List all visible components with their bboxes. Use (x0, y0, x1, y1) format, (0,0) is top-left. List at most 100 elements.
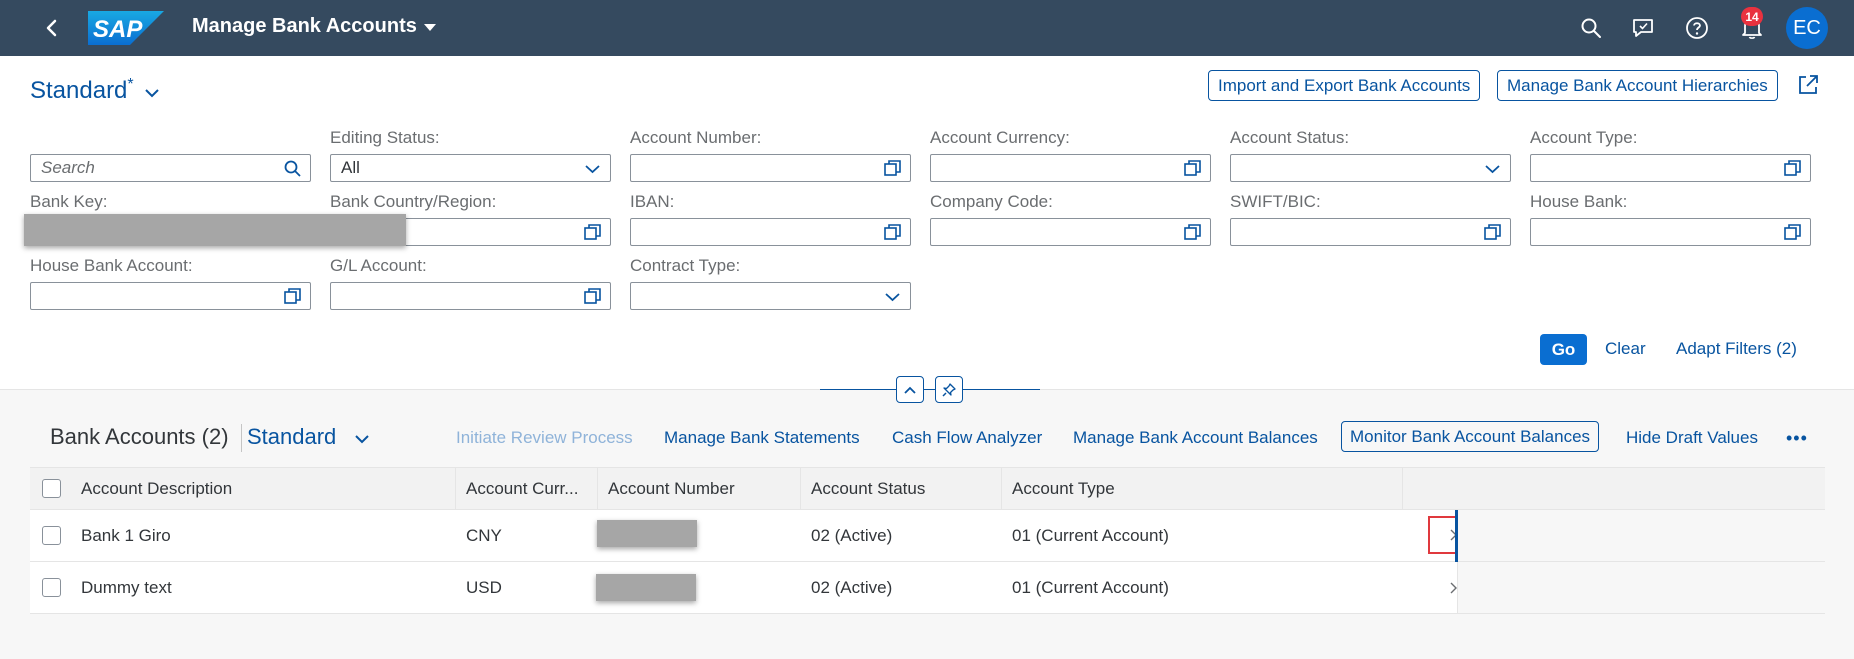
column-separator (800, 468, 801, 509)
variant-modified-marker: * (127, 76, 134, 93)
hierarchies-button[interactable]: Manage Bank Account Hierarchies (1497, 70, 1778, 101)
cell-type: 01 (Current Account) (1012, 525, 1169, 545)
search-input[interactable]: Search (30, 154, 311, 182)
house-bank-label: House Bank: (1530, 192, 1628, 211)
account-status-label: Account Status: (1230, 128, 1350, 147)
back-icon[interactable] (38, 14, 66, 42)
go-button[interactable]: Go (1540, 334, 1587, 365)
account-number-field[interactable] (630, 154, 911, 182)
table-variant-selector[interactable]: Standard (247, 424, 370, 451)
cell-currency: CNY (466, 525, 502, 545)
value-help-icon[interactable] (883, 159, 902, 178)
cell-status: 02 (Active) (811, 525, 893, 545)
swift-field[interactable] (1230, 218, 1511, 246)
collapse-header-button[interactable] (896, 376, 924, 403)
search-icon[interactable] (283, 159, 302, 178)
column-header-description[interactable]: Account Description (81, 468, 232, 509)
cell-description: Bank 1 Giro (81, 525, 171, 545)
account-currency-field[interactable] (930, 154, 1211, 182)
value-help-icon[interactable] (583, 223, 602, 242)
table-variant-name: Standard (247, 424, 337, 449)
table-row-filler (1458, 510, 1826, 561)
table-header-row: Account Description Account Curr... Acco… (30, 467, 1825, 510)
share-icon[interactable] (1796, 73, 1822, 99)
search-icon[interactable] (1576, 13, 1606, 43)
account-number-label: Account Number: (630, 128, 762, 147)
pin-header-button[interactable] (935, 376, 963, 403)
column-separator (1001, 468, 1002, 509)
user-avatar[interactable]: EC (1786, 7, 1828, 49)
app-title: Manage Bank Accounts (192, 15, 417, 37)
company-code-field[interactable] (930, 218, 1211, 246)
editing-status-label: Editing Status: (330, 128, 440, 147)
shell-bar: SAP Manage Bank Accounts 14 EC (0, 0, 1854, 56)
house-bank-account-field[interactable] (30, 282, 311, 310)
contract-type-select[interactable] (630, 282, 911, 310)
row-checkbox[interactable] (42, 578, 61, 597)
header-divider (820, 389, 1040, 390)
cell-description: Dummy text (81, 577, 172, 597)
more-actions-icon[interactable]: ••• (1786, 428, 1808, 449)
toolbar-separator (241, 424, 242, 452)
manage-statements-button[interactable]: Manage Bank Statements (664, 428, 860, 448)
cash-flow-button[interactable]: Cash Flow Analyzer (892, 428, 1042, 448)
column-header-currency[interactable]: Account Curr... (466, 468, 578, 509)
monitor-balances-button[interactable]: Monitor Bank Account Balances (1341, 421, 1600, 452)
iban-field[interactable] (630, 218, 911, 246)
pin-icon (942, 382, 956, 397)
sap-logo[interactable]: SAP (88, 11, 164, 45)
table-row[interactable]: Bank 1 Giro CNY 02 (Active) 01 (Current … (30, 510, 1826, 562)
gl-account-label: G/L Account: (330, 256, 427, 275)
redacted-account-number (596, 574, 696, 601)
table-row[interactable]: Dummy text USD 02 (Active) 01 (Current A… (30, 562, 1826, 614)
import-export-button[interactable]: Import and Export Bank Accounts (1208, 70, 1481, 101)
account-type-label: Account Type: (1530, 128, 1638, 147)
chevron-down-icon (354, 425, 370, 451)
value-help-icon[interactable] (583, 287, 602, 306)
search-placeholder: Search (41, 158, 95, 177)
chevron-down-icon[interactable] (1483, 159, 1502, 178)
chevron-down-icon[interactable] (583, 159, 602, 178)
app-title-menu[interactable]: Manage Bank Accounts (192, 15, 437, 38)
adapt-filters-button[interactable]: Adapt Filters (2) (1676, 339, 1797, 359)
value-help-icon[interactable] (1783, 223, 1802, 242)
account-currency-label: Account Currency: (930, 128, 1070, 147)
chevron-down-icon[interactable] (883, 287, 902, 306)
house-bank-field[interactable] (1530, 218, 1811, 246)
bank-country-label: Bank Country/Region: (330, 192, 497, 211)
feedback-icon[interactable] (1628, 13, 1658, 43)
value-help-icon[interactable] (1483, 223, 1502, 242)
redacted-account-number (597, 520, 697, 547)
chevron-up-icon (904, 386, 916, 394)
help-icon[interactable] (1682, 13, 1712, 43)
column-separator (455, 468, 456, 509)
variant-name: Standard (30, 77, 128, 104)
row-checkbox[interactable] (42, 526, 61, 545)
value-help-icon[interactable] (1183, 159, 1202, 178)
cell-status: 02 (Active) (811, 577, 893, 597)
value-help-icon[interactable] (1183, 223, 1202, 242)
initiate-review-button[interactable]: Initiate Review Process (456, 428, 633, 448)
variant-selector[interactable]: Standard* (30, 76, 160, 106)
table-row-filler (1458, 562, 1826, 613)
contract-type-label: Contract Type: (630, 256, 741, 275)
value-help-icon[interactable] (1783, 159, 1802, 178)
editing-status-select[interactable]: All (330, 154, 611, 182)
column-header-status[interactable]: Account Status (811, 468, 925, 509)
manage-balances-button[interactable]: Manage Bank Account Balances (1073, 428, 1318, 448)
gl-account-field[interactable] (330, 282, 611, 310)
hide-draft-button[interactable]: Hide Draft Values (1626, 428, 1758, 448)
account-type-field[interactable] (1530, 154, 1811, 182)
column-header-type[interactable]: Account Type (1012, 468, 1115, 509)
select-all-checkbox[interactable] (42, 479, 61, 498)
value-help-icon[interactable] (883, 223, 902, 242)
chevron-down-icon (144, 78, 160, 106)
value-help-icon[interactable] (283, 287, 302, 306)
bank-key-label: Bank Key: (30, 192, 108, 211)
company-code-label: Company Code: (930, 192, 1053, 211)
column-header-number[interactable]: Account Number (608, 468, 735, 509)
caret-down-icon (423, 15, 437, 38)
clear-button[interactable]: Clear (1605, 339, 1646, 359)
account-status-select[interactable] (1230, 154, 1511, 182)
table-title: Bank Accounts (2) (50, 424, 229, 449)
